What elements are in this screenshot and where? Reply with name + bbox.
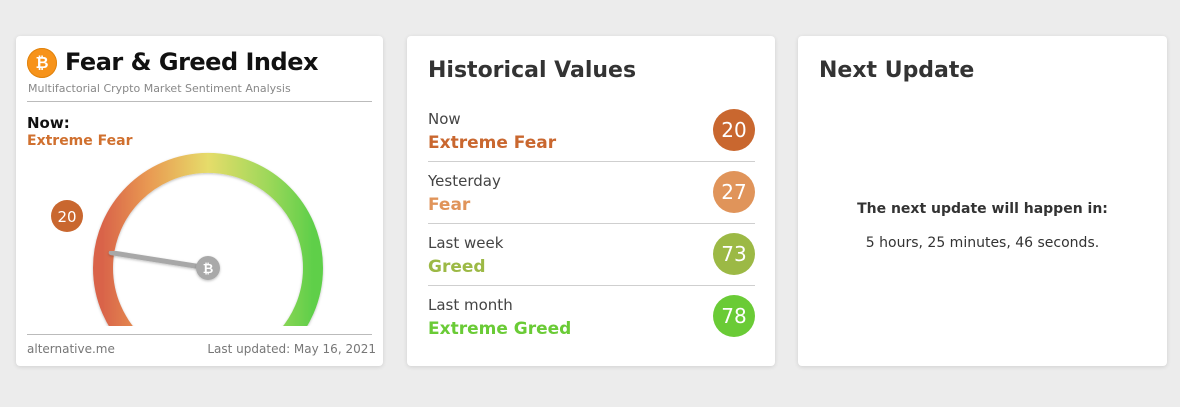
next-update-message: The next update will happen in:: [857, 201, 1108, 217]
next-update-card: Next Update The next update will happen …: [798, 36, 1167, 366]
historical-row-last-month: Last month Extreme Greed 78: [428, 286, 755, 347]
historical-row-now: Now Extreme Fear 20: [428, 100, 755, 162]
historical-title: Historical Values: [428, 58, 637, 83]
row-label: Last month: [428, 296, 513, 314]
next-update-countdown: 5 hours, 25 minutes, 46 seconds.: [865, 235, 1100, 251]
gauge-arc: [93, 152, 323, 326]
row-classification: Fear: [428, 195, 471, 215]
historical-row-yesterday: Yesterday Fear 27: [428, 162, 755, 224]
value-badge-text: 20: [57, 208, 76, 226]
fear-greed-gauge: ₿ 20: [51, 152, 323, 326]
row-value-badge: 20: [713, 109, 755, 151]
row-label: Last week: [428, 234, 504, 252]
bitcoin-logo-icon: ₿: [27, 48, 57, 78]
footer-site: alternative.me: [27, 342, 115, 356]
row-value-badge: 73: [713, 233, 755, 275]
now-label: Now:: [27, 114, 70, 132]
footer-divider: [27, 334, 372, 335]
historical-row-last-week: Last week Greed 73: [428, 224, 755, 286]
historical-values-card: Historical Values Now Extreme Fear 20 Ye…: [407, 36, 775, 366]
fgi-subtitle: Multifactorial Crypto Market Sentiment A…: [28, 82, 291, 95]
fgi-title: Fear & Greed Index: [65, 48, 318, 76]
row-classification: Extreme Fear: [428, 133, 557, 153]
footer-last-updated: Last updated: May 16, 2021: [207, 342, 376, 356]
row-classification: Greed: [428, 257, 486, 277]
row-value-badge: 78: [713, 295, 755, 337]
fear-greed-index-card: ₿ Fear & Greed Index Multifactorial Cryp…: [16, 36, 383, 366]
needle-bitcoin-symbol: ₿: [203, 262, 214, 277]
next-update-title: Next Update: [819, 58, 975, 83]
gauge-needle: [108, 250, 211, 271]
row-classification: Extreme Greed: [428, 319, 572, 339]
historical-list: Now Extreme Fear 20 Yesterday Fear 27 La…: [428, 100, 755, 347]
row-label: Now: [428, 110, 461, 128]
header-divider: [27, 101, 372, 102]
row-value-badge: 27: [713, 171, 755, 213]
row-label: Yesterday: [428, 172, 501, 190]
